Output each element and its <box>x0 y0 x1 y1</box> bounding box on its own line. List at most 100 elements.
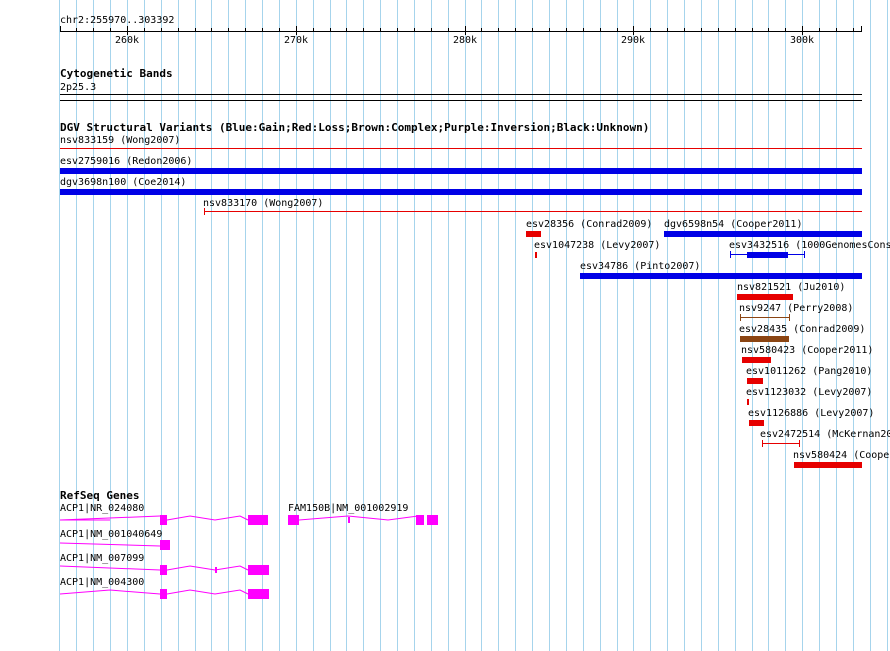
variant-bar-loss[interactable] <box>204 211 862 212</box>
grid-line <box>296 0 297 651</box>
variant-bar-loss-end <box>204 208 205 215</box>
grid-line <box>887 0 888 651</box>
ruler-minor-tick <box>431 28 432 31</box>
grid-line <box>583 0 584 651</box>
grid-line <box>195 0 196 651</box>
ruler-minor-tick <box>532 28 533 31</box>
ruler-minor-tick <box>414 28 415 31</box>
ruler-minor-tick <box>667 28 668 31</box>
grid-line <box>330 0 331 651</box>
variant-bar-complex[interactable] <box>740 336 789 342</box>
grid-line <box>380 0 381 651</box>
grid-line <box>735 0 736 651</box>
cytoband-track-title: Cytogenetic Bands <box>60 67 173 80</box>
grid-line <box>178 0 179 651</box>
ruler-minor-tick <box>397 28 398 31</box>
ruler-minor-tick <box>448 28 449 31</box>
variant-bar-loss-line[interactable] <box>762 443 800 444</box>
variant-label: esv1011262 (Pang2010) <box>746 366 873 377</box>
ruler-tick-300k <box>802 26 803 35</box>
ruler-minor-tick <box>313 28 314 31</box>
grid-line <box>532 0 533 651</box>
grid-line <box>650 0 651 651</box>
cytoband-label: 2p25.3 <box>60 82 97 93</box>
gene-model-acp1-nm001040649[interactable] <box>59 538 174 552</box>
ruler-minor-tick <box>785 28 786 31</box>
grid-line <box>262 0 263 651</box>
grid-line <box>718 0 719 651</box>
ruler-minor-tick <box>330 28 331 31</box>
variant-bar-gain[interactable] <box>664 231 862 237</box>
grid-line <box>600 0 601 651</box>
variant-bar-gain[interactable] <box>747 252 788 258</box>
variant-bar-loss[interactable] <box>535 252 537 258</box>
ruler-label-280k: 280k <box>452 35 478 46</box>
ruler-minor-tick <box>228 28 229 31</box>
grid-line <box>448 0 449 651</box>
variant-bar-complex-line[interactable] <box>740 317 790 318</box>
variant-label: esv28356 (Conrad2009) <box>526 219 653 230</box>
ruler-minor-tick <box>549 28 550 31</box>
ruler-minor-tick <box>684 28 685 31</box>
variant-bar-loss[interactable] <box>794 462 862 468</box>
variant-label: nsv580424 (Coope <box>793 450 890 461</box>
ruler-tick-270k <box>296 26 297 35</box>
grid-line <box>566 0 567 651</box>
gene-model-acp1-nm007099[interactable] <box>59 562 272 578</box>
variant-bar-gain[interactable] <box>580 273 862 279</box>
gene-model-acp1-nr024080[interactable] <box>59 512 272 528</box>
ruler-label-300k: 300k <box>789 35 815 46</box>
variant-bar-loss[interactable] <box>742 357 771 363</box>
gene-model-acp1-nm004300[interactable] <box>59 586 272 602</box>
ruler-minor-tick <box>481 28 482 31</box>
variant-label: dgv3698n100 (Coe2014) <box>60 177 187 188</box>
variant-bar-loss[interactable] <box>749 420 764 426</box>
grid-line <box>431 0 432 651</box>
cytoband-band-bottom[interactable] <box>60 100 862 101</box>
gene-model-fam150b[interactable] <box>288 512 440 528</box>
variant-label: esv1047238 (Levy2007) <box>534 240 661 251</box>
variant-bar-loss[interactable] <box>526 231 541 237</box>
variant-bar-loss[interactable] <box>60 148 862 149</box>
ruler-minor-tick <box>178 28 179 31</box>
ruler-minor-tick <box>718 28 719 31</box>
variant-bar-gain[interactable] <box>60 168 862 174</box>
grid-line <box>363 0 364 651</box>
grid-line <box>633 0 634 651</box>
grid-line <box>465 0 466 651</box>
ruler-minor-tick <box>144 28 145 31</box>
ruler-tick-280k <box>465 26 466 35</box>
ruler-axis <box>60 31 862 32</box>
ruler-start-tick <box>60 26 61 31</box>
ruler-label-270k: 270k <box>283 35 309 46</box>
grid-line <box>481 0 482 651</box>
ruler-minor-tick <box>650 28 651 31</box>
grid-line <box>667 0 668 651</box>
cytoband-band-top[interactable] <box>60 94 862 95</box>
variant-bar-loss[interactable] <box>747 378 763 384</box>
variant-bar-loss-end <box>799 440 800 447</box>
ruler-minor-tick <box>498 28 499 31</box>
variant-bar-loss[interactable] <box>747 399 749 405</box>
variant-bar-loss-end <box>762 440 763 447</box>
variant-bar-loss[interactable] <box>737 294 793 300</box>
grid-line <box>617 0 618 651</box>
ruler-minor-tick <box>245 28 246 31</box>
variant-bar-gain[interactable] <box>60 189 862 195</box>
grid-line <box>870 0 871 651</box>
ruler-minor-tick <box>583 28 584 31</box>
ruler-label-260k: 260k <box>114 35 140 46</box>
variant-label: esv1126886 (Levy2007) <box>748 408 875 419</box>
variant-label: dgv6598n54 (Cooper2011) <box>664 219 803 230</box>
variant-bar-complex-end <box>740 314 741 321</box>
ruler-minor-tick <box>262 28 263 31</box>
grid-line <box>684 0 685 651</box>
refseq-track-title: RefSeq Genes <box>60 489 140 502</box>
ruler-minor-tick <box>853 28 854 31</box>
ruler-minor-tick <box>380 28 381 31</box>
ruler-label-290k: 290k <box>620 35 646 46</box>
ruler-minor-tick <box>76 28 77 31</box>
grid-line <box>228 0 229 651</box>
ruler-minor-tick <box>735 28 736 31</box>
ruler-minor-tick <box>195 28 196 31</box>
